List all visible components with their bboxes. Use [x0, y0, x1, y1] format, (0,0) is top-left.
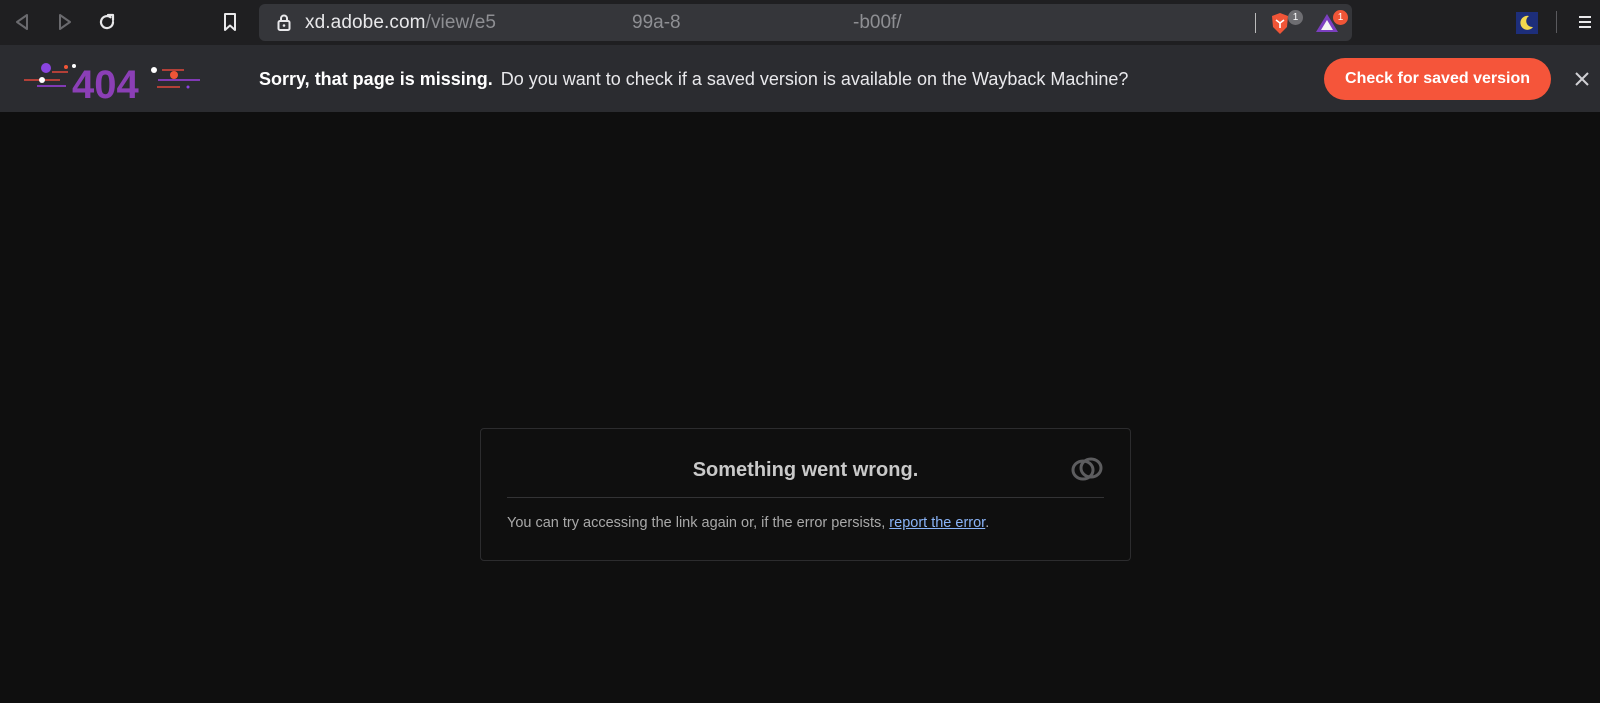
creative-cloud-icon: [1071, 457, 1103, 481]
forward-button[interactable]: [54, 11, 76, 33]
wayback-banner: 404 Sorry, that page is missing. Do you w…: [0, 45, 1600, 112]
close-icon: [1575, 72, 1589, 86]
address-bar[interactable]: xd.adobe.com/view/e5 99a-8 -b00f/ 1 1: [259, 4, 1352, 41]
shields-count-badge: 1: [1288, 10, 1303, 25]
lock-icon: [277, 14, 291, 31]
browser-toolbar: xd.adobe.com/view/e5 99a-8 -b00f/ 1 1: [0, 0, 1600, 45]
night-mode-extension-button[interactable]: [1515, 11, 1539, 35]
banner-message: Sorry, that page is missing. Do you want …: [259, 69, 1128, 90]
check-saved-version-button[interactable]: Check for saved version: [1324, 58, 1551, 100]
bookmark-icon: [224, 13, 236, 31]
brave-rewards-button[interactable]: 1: [1314, 10, 1348, 36]
error-message: You can try accessing the link again or,…: [507, 515, 989, 531]
url-divider: [1255, 13, 1256, 33]
menu-button[interactable]: [1574, 11, 1596, 33]
url-path: /view/e5: [425, 12, 497, 33]
banner-question: Do you want to check if a saved version …: [500, 69, 1129, 89]
moon-extension-icon: [1516, 12, 1538, 34]
forward-icon: [59, 14, 71, 30]
banner-bold-message: Sorry, that page is missing.: [259, 69, 493, 89]
brave-shields-button[interactable]: 1: [1269, 10, 1303, 36]
url-fragment-end: -b00f/: [853, 12, 902, 33]
url-fragment-middle: 99a-8: [632, 12, 681, 33]
error-message-text: You can try accessing the link again or,…: [507, 515, 890, 531]
svg-text:404: 404: [72, 63, 139, 105]
url-text: xd.adobe.com/view/e5: [305, 12, 496, 34]
error-title: Something went wrong.: [692, 459, 919, 481]
reload-icon: [99, 13, 115, 30]
wayback-404-logo: 404: [22, 53, 204, 107]
hamburger-menu-icon: [1579, 16, 1591, 28]
close-banner-button[interactable]: [1572, 69, 1592, 89]
card-divider: [507, 497, 1104, 498]
reload-button[interactable]: [96, 11, 118, 33]
toolbar-divider: [1556, 11, 1557, 33]
rewards-count-badge: 1: [1333, 10, 1348, 25]
url-host: xd.adobe.com: [305, 12, 426, 33]
back-icon: [16, 14, 28, 30]
report-error-link[interactable]: report the error: [889, 515, 985, 531]
error-card: Something went wrong. You can try access…: [480, 428, 1131, 561]
back-button[interactable]: [11, 11, 33, 33]
error-message-trailing: .: [985, 515, 990, 531]
bookmark-button[interactable]: [219, 11, 241, 33]
